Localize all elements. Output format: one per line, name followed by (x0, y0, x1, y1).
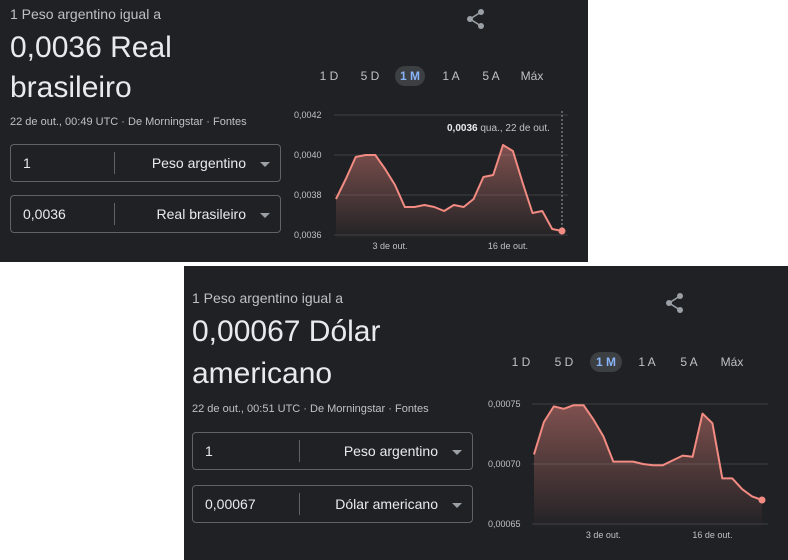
series-area (534, 405, 762, 530)
from-currency-field[interactable]: 1 Peso argentino (10, 144, 281, 182)
from-currency-select[interactable]: Peso argentino (152, 155, 246, 171)
exchange-rate-chart[interactable]: 0,00075 0,00070 0,00065 3 de out. 16 de out. (484, 394, 774, 550)
y-tick-label: 0,0042 (294, 110, 322, 120)
tab-1m[interactable]: 1 M (395, 66, 425, 86)
tab-1m[interactable]: 1 M (590, 352, 622, 372)
y-tick-label: 0,00065 (488, 519, 521, 529)
latest-point (758, 496, 766, 504)
x-tick-label: 16 de out. (488, 241, 528, 251)
to-currency-select[interactable]: Real brasileiro (157, 206, 246, 222)
tab-1d[interactable]: 1 D (508, 352, 534, 372)
tab-1a[interactable]: 1 A (438, 66, 464, 86)
range-tabs: 1 D 5 D 1 M 1 A 5 A Máx (504, 352, 754, 372)
y-tick-label: 0,00070 (488, 459, 521, 469)
converted-value-line2: brasileiro (10, 71, 132, 104)
tab-5a[interactable]: 5 A (676, 352, 702, 372)
field-divider (299, 493, 300, 515)
converted-value-line2: americano (192, 357, 333, 390)
from-amount-input[interactable]: 1 (23, 155, 31, 171)
chevron-down-icon[interactable] (260, 213, 270, 218)
from-currency-select[interactable]: Peso argentino (344, 443, 438, 459)
converted-value-line1: 0,00067 Dólar (192, 315, 381, 348)
y-tick-label: 0,0038 (294, 190, 322, 200)
range-tabs: 1 D 5 D 1 M 1 A 5 A Máx (312, 66, 552, 86)
chevron-down-icon[interactable] (452, 450, 462, 455)
tab-1d[interactable]: 1 D (316, 66, 342, 86)
tab-5d[interactable]: 5 D (550, 352, 578, 372)
share-icon[interactable] (465, 8, 487, 30)
x-tick-label: 3 de out. (373, 241, 408, 251)
chevron-down-icon[interactable] (260, 162, 270, 167)
y-tick-label: 0,0040 (294, 150, 322, 160)
tab-5a[interactable]: 5 A (478, 66, 504, 86)
share-icon[interactable] (664, 292, 686, 314)
tab-5d[interactable]: 5 D (356, 66, 384, 86)
conversion-subtitle: 1 Peso argentino igual a (192, 290, 343, 306)
currency-widget-dolar: 1 Peso argentino igual a 0,00067 Dólar a… (184, 266, 788, 560)
latest-point (558, 227, 566, 235)
to-currency-select[interactable]: Dólar americano (335, 496, 438, 512)
y-tick-label: 0,0036 (294, 230, 322, 240)
tab-1a[interactable]: 1 A (634, 352, 660, 372)
converted-value-line1: 0,0036 Real (10, 31, 172, 64)
chevron-down-icon[interactable] (452, 503, 462, 508)
to-currency-field[interactable]: 0,0036 Real brasileiro (10, 195, 281, 233)
from-amount-input[interactable]: 1 (205, 443, 213, 459)
to-amount-input[interactable]: 0,00067 (205, 496, 256, 512)
from-currency-field[interactable]: 1 Peso argentino (192, 432, 473, 470)
chart-tooltip: 0,0036 qua., 22 de out. (441, 120, 556, 137)
conversion-subtitle: 1 Peso argentino igual a (10, 6, 161, 22)
x-tick-label: 3 de out. (586, 530, 621, 540)
source-meta[interactable]: 22 de out., 00:49 UTC · De Morningstar ·… (10, 116, 247, 128)
x-tick-label: 16 de out. (692, 530, 732, 540)
y-tick-label: 0,00075 (488, 399, 521, 409)
tooltip-date: qua., 22 de out. (480, 123, 550, 134)
field-divider (114, 152, 115, 174)
tooltip-value: 0,0036 (447, 123, 478, 134)
to-currency-field[interactable]: 0,00067 Dólar americano (192, 485, 473, 523)
field-divider (299, 440, 300, 462)
to-amount-input[interactable]: 0,0036 (23, 206, 66, 222)
tab-max[interactable]: Máx (516, 66, 548, 86)
field-divider (114, 203, 115, 225)
currency-widget-real: 1 Peso argentino igual a 0,0036 Real bra… (0, 0, 588, 262)
tab-max[interactable]: Máx (716, 352, 748, 372)
series-area (336, 145, 562, 241)
source-meta[interactable]: 22 de out., 00:51 UTC · De Morningstar ·… (192, 403, 429, 415)
